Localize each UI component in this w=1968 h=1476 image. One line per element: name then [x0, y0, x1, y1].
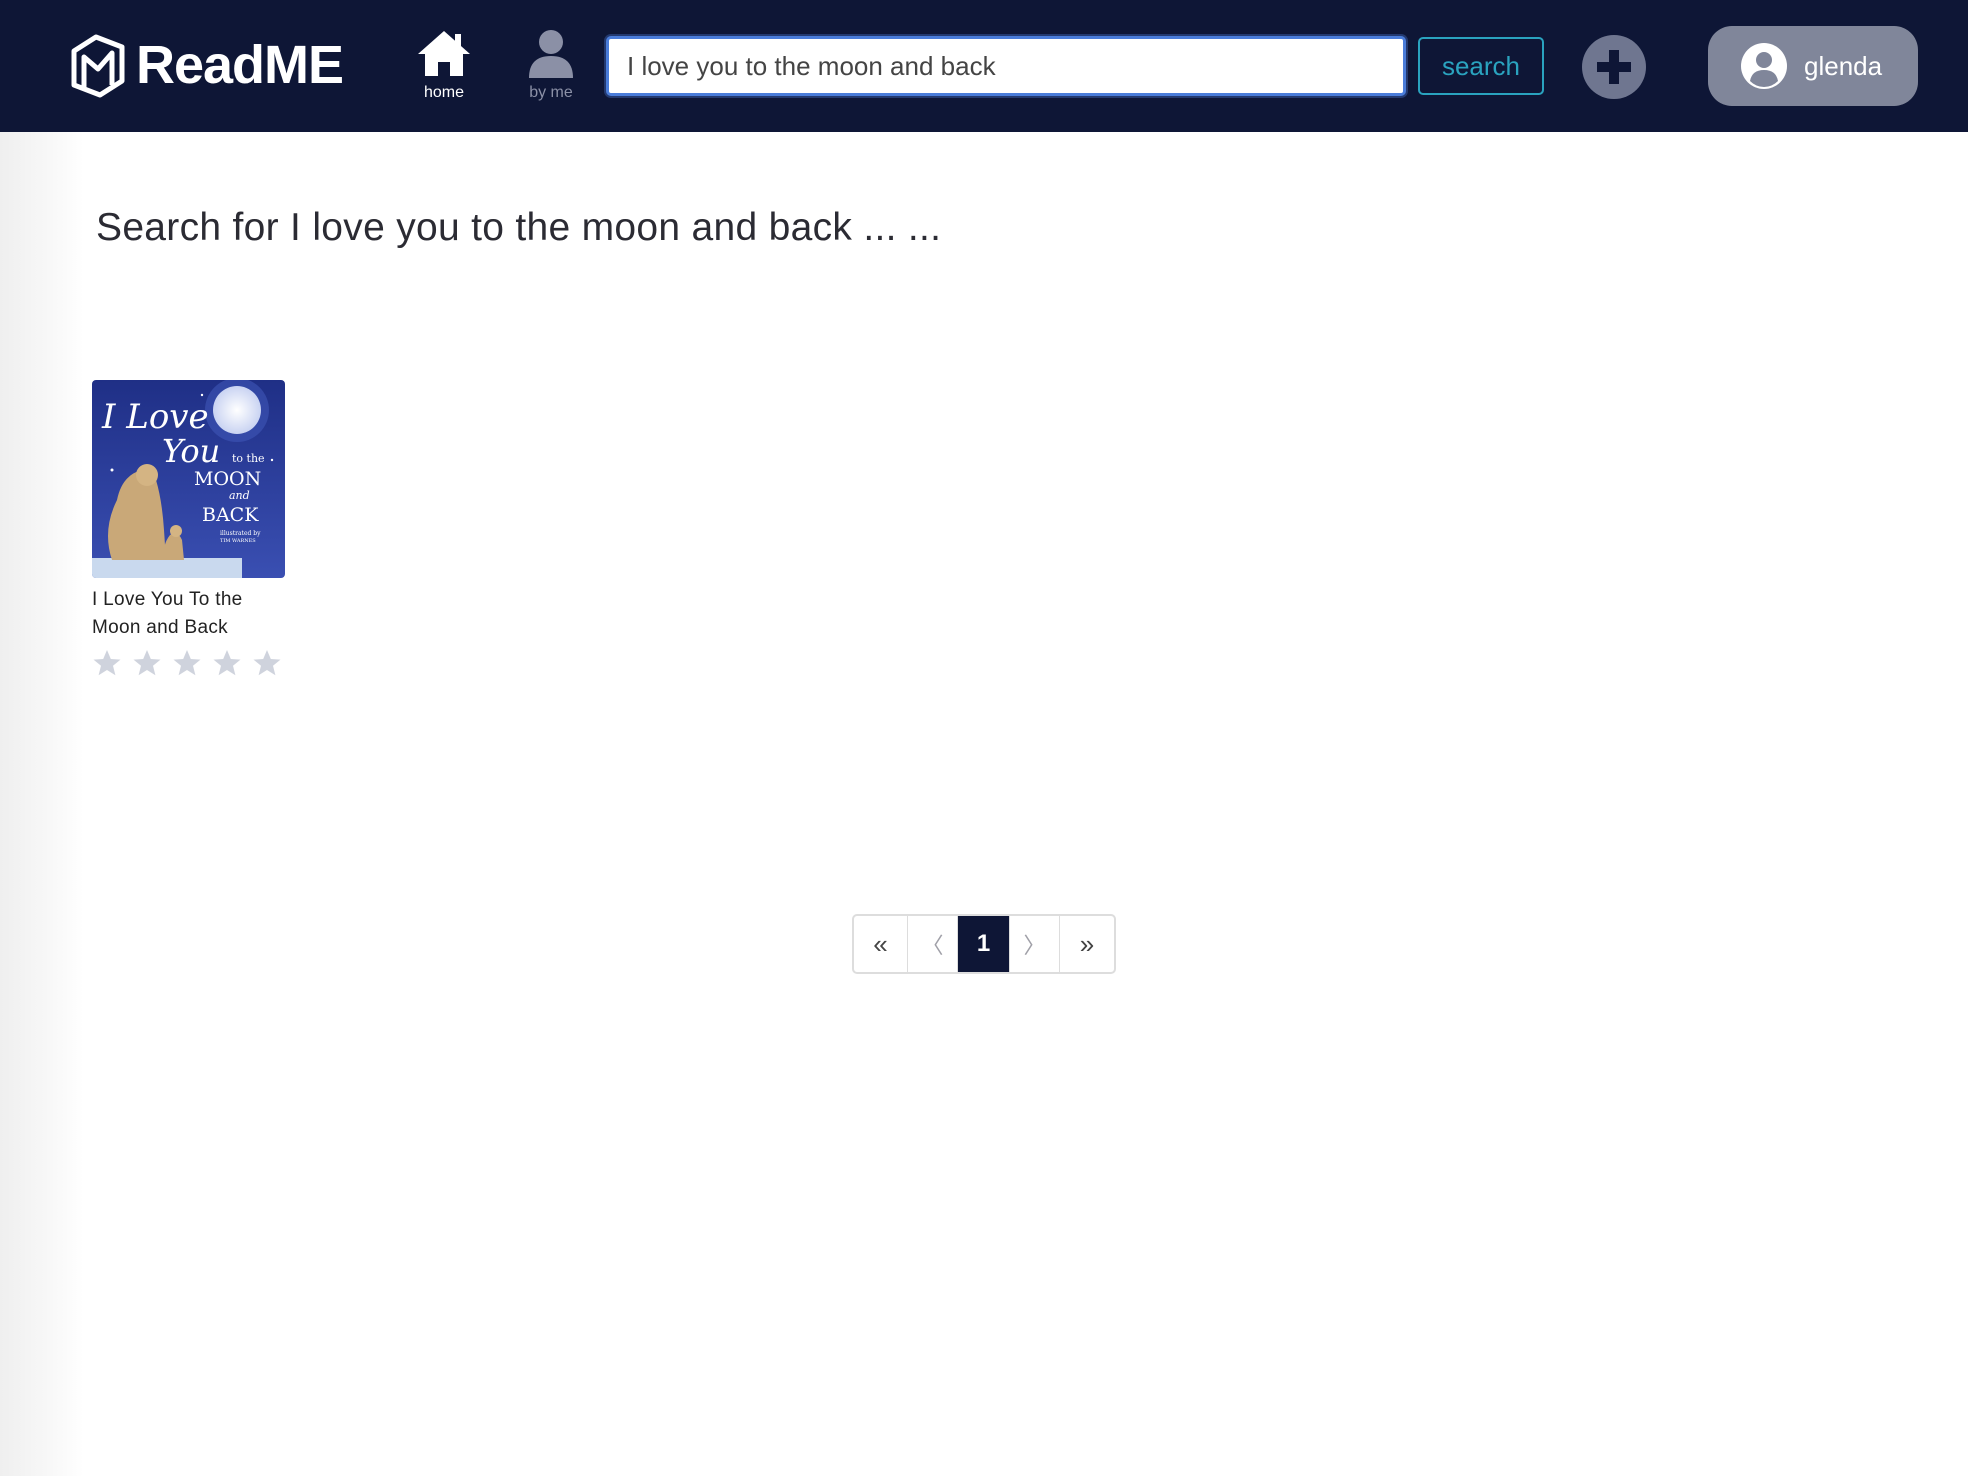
star-rating: [92, 648, 286, 678]
book-title[interactable]: I Love You To the Moon and Back: [92, 586, 286, 642]
top-navbar: ReadME home by me search glenda: [0, 0, 1968, 132]
user-menu-button[interactable]: glenda: [1708, 26, 1918, 106]
cover-text-to-the: to the: [232, 452, 265, 465]
cover-text-illustrated-by: illustrated by: [220, 530, 261, 537]
star-icon[interactable]: [92, 648, 122, 678]
cover-text-back: BACK: [202, 504, 259, 526]
pagination-first-button[interactable]: «: [854, 916, 908, 972]
cover-text-moon: MOON: [194, 468, 261, 490]
user-avatar-icon: [1741, 43, 1787, 89]
star-icon[interactable]: [132, 648, 162, 678]
page-title: Search for I love you to the moon and ba…: [96, 206, 942, 249]
nav-by-me[interactable]: by me: [506, 28, 596, 104]
username: glenda: [1804, 50, 1883, 81]
cover-text-i-love: I Love: [101, 397, 209, 437]
home-icon: [418, 31, 470, 76]
nav-home-label: home: [423, 84, 465, 101]
left-gutter: [0, 132, 84, 1476]
pagination-prev-button[interactable]: 〈: [908, 916, 958, 972]
book-card[interactable]: I Love You to the MOON and BACK illustra…: [92, 380, 286, 678]
search-input[interactable]: [606, 36, 1406, 96]
search-button[interactable]: search: [1418, 37, 1544, 95]
readme-logo-icon: [71, 34, 125, 98]
nav-by-me-label: by me: [529, 84, 573, 101]
app-logo[interactable]: ReadME: [70, 28, 344, 102]
cover-text-and: and: [229, 489, 250, 502]
star-icon[interactable]: [212, 648, 242, 678]
nav-home[interactable]: home: [399, 28, 489, 104]
pagination: « 〈 1 〉 »: [852, 914, 1116, 974]
person-icon: [529, 30, 573, 78]
pagination-last-button[interactable]: »: [1060, 916, 1114, 972]
star-icon[interactable]: [252, 648, 282, 678]
cover-text-illustrator: TIM WARNES: [220, 538, 256, 544]
plus-icon: [1597, 50, 1631, 84]
add-button[interactable]: [1582, 35, 1646, 99]
pagination-next-button[interactable]: 〉: [1010, 916, 1060, 972]
logo-text: ReadME: [136, 35, 344, 95]
star-icon[interactable]: [172, 648, 202, 678]
book-cover-image[interactable]: I Love You to the MOON and BACK illustra…: [92, 380, 285, 578]
pagination-current-page[interactable]: 1: [958, 916, 1010, 972]
cover-text-you: You: [162, 432, 220, 470]
